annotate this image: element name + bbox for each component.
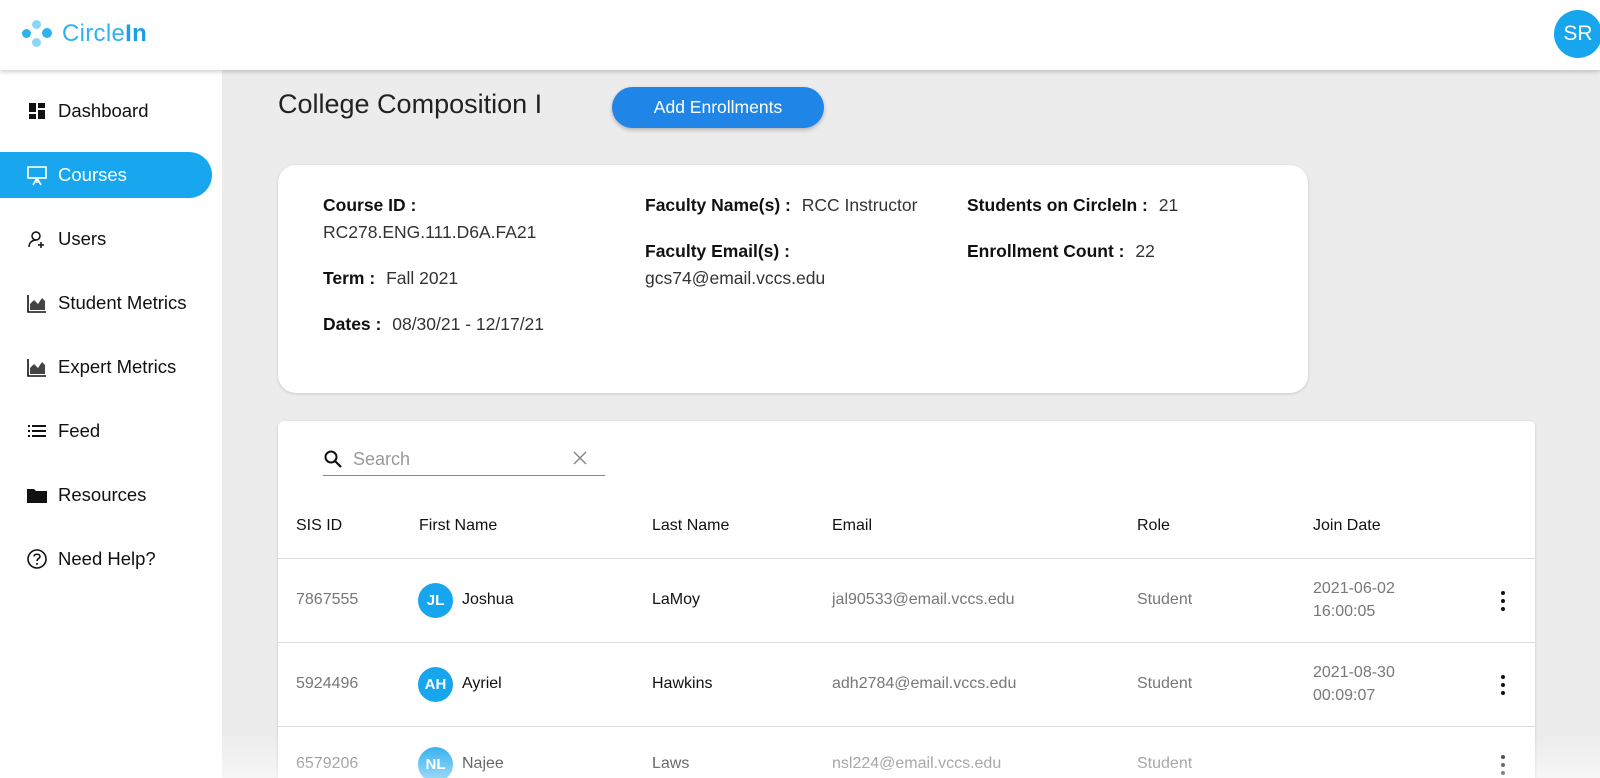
area-chart-icon	[26, 292, 48, 314]
sidebar-item-resources[interactable]: Resources	[0, 472, 212, 518]
enrollment-count-field: Enrollment Count : 22	[967, 238, 1155, 265]
area-chart-icon	[26, 356, 48, 378]
join-date: 2021-06-02	[1313, 580, 1395, 597]
search-box	[323, 443, 605, 476]
avatar: AH	[418, 667, 453, 702]
students-on-circlein-value: 21	[1158, 195, 1179, 215]
circlein-logo[interactable]: CircleIn	[22, 18, 147, 50]
email-cell: adh2784@email.vccs.edu	[832, 675, 1017, 692]
sidebar-item-label: Expert Metrics	[58, 356, 177, 377]
add-enrollments-button[interactable]: Add Enrollments	[612, 87, 824, 128]
dates-field: Dates : 08/30/21 - 12/17/21	[323, 311, 544, 338]
sis-id-cell: 7867555	[296, 591, 359, 608]
last-name-cell: Laws	[652, 755, 690, 772]
column-header-role[interactable]: Role	[1137, 517, 1170, 535]
sidebar-item-dashboard[interactable]: Dashboard	[0, 88, 212, 134]
sis-id-cell: 6579206	[296, 755, 359, 772]
column-header-join-date[interactable]: Join Date	[1313, 517, 1381, 535]
faculty-email-field: Faculty Email(s) : gcs74@email.vccs.edu	[645, 238, 825, 292]
help-circle-icon	[26, 548, 48, 570]
faculty-name-label: Faculty Name(s) :	[645, 195, 791, 215]
sidebar-item-need-help[interactable]: Need Help?	[0, 536, 212, 582]
sis-id-cell: 5924496	[296, 675, 359, 692]
join-date: 2021-08-30	[1313, 664, 1395, 681]
role-cell: Student	[1137, 591, 1193, 608]
sidebar-item-feed[interactable]: Feed	[0, 408, 212, 454]
table-row[interactable]: 6579206 NL Najee Laws nsl224@email.vccs.…	[278, 727, 1535, 778]
first-name-cell: Najee	[462, 755, 504, 772]
term-field: Term : Fall 2021	[323, 265, 458, 292]
users-icon	[26, 228, 48, 250]
join-time: 00:09:07	[1313, 687, 1376, 704]
column-header-last-name[interactable]: Last Name	[652, 517, 729, 535]
page-title: College Composition I	[278, 89, 543, 119]
sidebar: Dashboard Courses Users Student Metrics …	[0, 70, 222, 778]
logo-text: CircleIn	[62, 20, 148, 47]
folder-icon	[26, 484, 48, 506]
table-row[interactable]: 7867555 JL Joshua LaMoy jal90533@email.v…	[278, 559, 1535, 643]
row-menu-icon[interactable]	[1497, 591, 1509, 611]
course-id-label: Course ID :	[323, 195, 417, 215]
sidebar-item-label: Feed	[58, 420, 101, 441]
table-row[interactable]: 5924496 AH Ayriel Hawkins adh2784@email.…	[278, 643, 1535, 727]
join-time: 16:00:05	[1313, 603, 1376, 620]
row-menu-icon[interactable]	[1497, 755, 1509, 775]
course-info-card: Course ID : RC278.ENG.111.D6A.FA21 Term …	[278, 165, 1308, 393]
term-label: Term :	[323, 268, 376, 288]
join-date-cell: 2021-06-02 16:00:05	[1313, 577, 1395, 623]
dashboard-icon	[26, 100, 48, 122]
sidebar-item-label: Need Help?	[58, 548, 156, 569]
dates-value: 08/30/21 - 12/17/21	[392, 314, 545, 334]
term-value: Fall 2021	[386, 268, 459, 288]
enrollment-count-value: 22	[1135, 241, 1155, 261]
role-cell: Student	[1137, 755, 1193, 772]
sidebar-item-label: Courses	[58, 164, 127, 185]
list-icon	[26, 420, 48, 442]
course-id-value: RC278.ENG.111.D6A.FA21	[323, 222, 537, 242]
first-name-cell: Joshua	[462, 591, 514, 608]
row-menu-icon[interactable]	[1497, 675, 1509, 695]
avatar: JL	[418, 583, 453, 618]
column-header-first-name[interactable]: First Name	[419, 517, 497, 535]
sidebar-item-student-metrics[interactable]: Student Metrics	[0, 280, 212, 326]
sidebar-item-label: Student Metrics	[58, 292, 187, 313]
faculty-name-field: Faculty Name(s) : RCC Instructor	[645, 192, 917, 219]
course-id-field: Course ID : RC278.ENG.111.D6A.FA21	[323, 192, 536, 246]
search-input[interactable]	[353, 448, 553, 470]
join-date-cell: 2021-08-30 00:09:07	[1313, 661, 1395, 707]
clear-search-icon[interactable]	[571, 449, 589, 467]
email-cell: nsl224@email.vccs.edu	[832, 755, 1002, 772]
faculty-name-value: RCC Instructor	[801, 195, 918, 215]
first-name-cell: Ayriel	[462, 675, 502, 692]
faculty-email-value: gcs74@email.vccs.edu	[645, 268, 826, 288]
presentation-board-icon	[26, 164, 48, 186]
enrollment-count-label: Enrollment Count :	[967, 241, 1125, 261]
sidebar-item-expert-metrics[interactable]: Expert Metrics	[0, 344, 212, 390]
column-header-sis-id[interactable]: SIS ID	[296, 517, 342, 535]
dates-label: Dates :	[323, 314, 382, 334]
circlein-logo-icon	[22, 18, 54, 50]
column-header-email[interactable]: Email	[832, 517, 872, 535]
role-cell: Student	[1137, 675, 1193, 692]
students-on-circlein-field: Students on CircleIn : 21	[967, 192, 1178, 219]
sidebar-item-label: Dashboard	[58, 100, 149, 121]
sidebar-item-courses[interactable]: Courses	[0, 152, 212, 198]
sidebar-item-label: Users	[58, 228, 107, 249]
top-bar: CircleIn SR	[0, 0, 1600, 70]
sidebar-item-users[interactable]: Users	[0, 216, 212, 262]
search-icon	[323, 448, 345, 470]
last-name-cell: Hawkins	[652, 675, 713, 692]
user-avatar[interactable]: SR	[1554, 10, 1600, 58]
enrollment-table-panel: SIS ID First Name Last Name Email Role J…	[278, 421, 1535, 778]
students-on-circlein-label: Students on CircleIn :	[967, 195, 1148, 215]
faculty-email-label: Faculty Email(s) :	[645, 241, 790, 261]
sidebar-item-label: Resources	[58, 484, 147, 505]
email-cell: jal90533@email.vccs.edu	[832, 591, 1015, 608]
avatar: NL	[418, 747, 453, 778]
last-name-cell: LaMoy	[652, 591, 701, 608]
